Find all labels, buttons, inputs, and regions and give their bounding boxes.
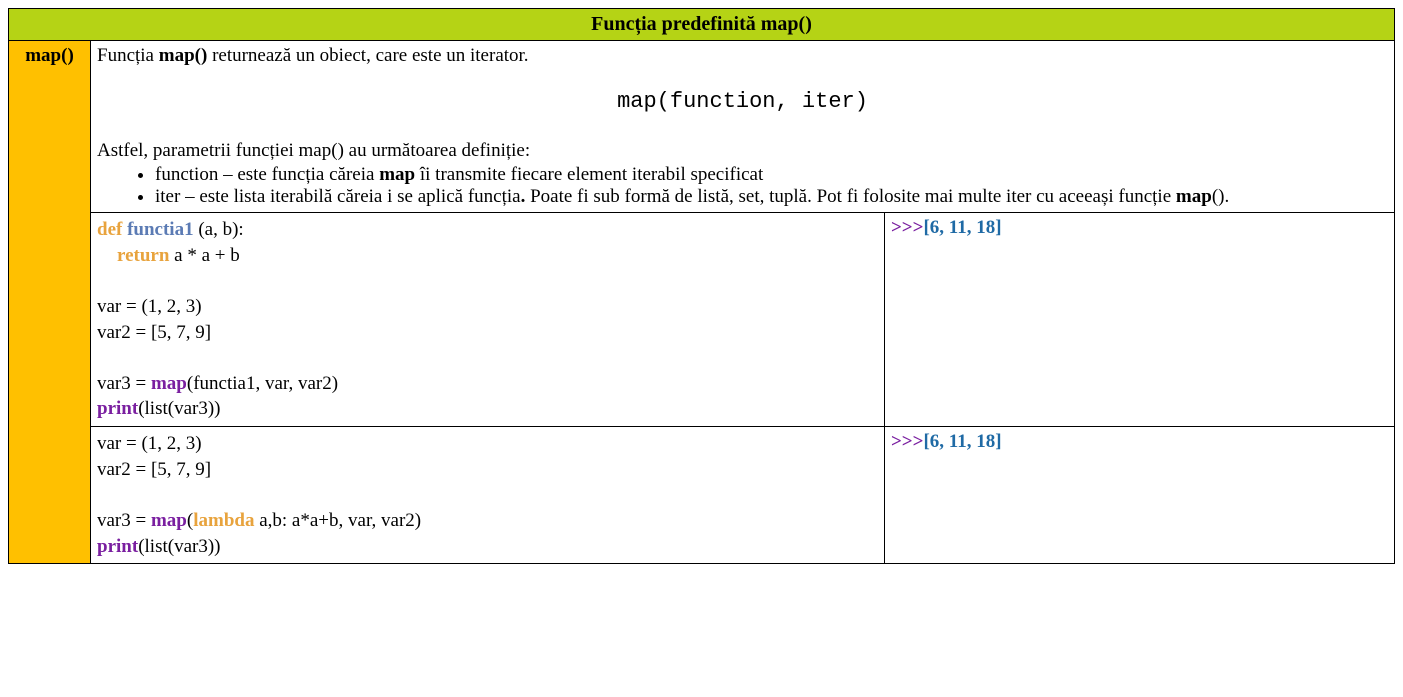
params-list: function – este funcția căreia map îi tr… bbox=[97, 164, 1388, 208]
blank-line bbox=[97, 482, 878, 508]
kw-return: return bbox=[117, 245, 169, 266]
table-header: Funcția predefinită map() bbox=[9, 9, 1395, 41]
param-function: function – este funcția căreia map îi tr… bbox=[155, 164, 1388, 186]
code-line: print(list(var3)) bbox=[97, 396, 878, 422]
param-iter: iter – este lista iterabilă căreia i se … bbox=[155, 186, 1388, 208]
code-line: var = (1, 2, 3) bbox=[97, 431, 878, 457]
b2-post: (). bbox=[1212, 186, 1229, 207]
kw-map: map bbox=[151, 510, 187, 531]
fn-name: functia1 bbox=[127, 219, 194, 240]
function-name: map() bbox=[25, 45, 74, 66]
b1-bold: map bbox=[379, 164, 415, 185]
assign-post: (functia1, var, var2) bbox=[187, 373, 338, 394]
header-title: Funcția predefinită map() bbox=[591, 13, 812, 35]
description-cell: Funcția map() returnează un obiect, care… bbox=[91, 41, 1395, 213]
b1-post: îi transmite fiecare element iterabil sp… bbox=[415, 164, 763, 185]
output-arrow: >>> bbox=[891, 217, 923, 238]
code-line: var3 = map(functia1, var, var2) bbox=[97, 371, 878, 397]
b1-pre: function – este funcția căreia bbox=[155, 164, 379, 185]
b2-mid: Poate fi sub formă de listă, set, tuplă.… bbox=[525, 186, 1176, 207]
kw-lambda: lambda bbox=[193, 510, 254, 531]
print-post: (list(var3)) bbox=[138, 398, 220, 419]
kw-def: def bbox=[97, 219, 122, 240]
blank-line bbox=[97, 345, 878, 371]
code-example-1: def functia1 (a, b): return a * a + b va… bbox=[91, 213, 885, 427]
print-post: (list(var3)) bbox=[138, 536, 220, 557]
signature: map(function, iter) bbox=[97, 89, 1388, 114]
code-line: var2 = [5, 7, 9] bbox=[97, 457, 878, 483]
assign-pre: var3 = bbox=[97, 510, 151, 531]
output-value: [6, 11, 18] bbox=[923, 431, 1001, 452]
code-line: var3 = map(lambda a,b: a*a+b, var, var2) bbox=[97, 508, 878, 534]
kw-print: print bbox=[97, 398, 138, 419]
intro-line: Funcția map() returnează un obiect, care… bbox=[97, 45, 1388, 67]
intro-pre: Funcția bbox=[97, 45, 159, 66]
code-line: var = (1, 2, 3) bbox=[97, 294, 878, 320]
output-2: >>>[6, 11, 18] bbox=[884, 427, 1394, 564]
blank-line bbox=[97, 268, 878, 294]
kw-map: map bbox=[151, 373, 187, 394]
reference-table: Funcția predefinită map() map() Funcția … bbox=[8, 8, 1395, 564]
intro-post: returnează un obiect, care este un itera… bbox=[207, 45, 528, 66]
intro-bold: map() bbox=[159, 45, 208, 66]
ret-rest: a * a + b bbox=[169, 245, 239, 266]
code-line: var2 = [5, 7, 9] bbox=[97, 320, 878, 346]
function-name-cell: map() bbox=[9, 41, 91, 564]
b2-bold: map bbox=[1176, 186, 1212, 207]
kw-print: print bbox=[97, 536, 138, 557]
code-example-2: var = (1, 2, 3) var2 = [5, 7, 9] var3 = … bbox=[91, 427, 885, 564]
params-intro: Astfel, parametrii funcției map() au urm… bbox=[97, 140, 1388, 162]
lambda-rest: a,b: a*a+b, var, var2) bbox=[254, 510, 421, 531]
output-1: >>>[6, 11, 18] bbox=[884, 213, 1394, 427]
code-line: def functia1 (a, b): bbox=[97, 217, 878, 243]
b2-pre: iter – este lista iterabilă căreia i se … bbox=[155, 186, 521, 207]
code-line: return a * a + b bbox=[97, 243, 878, 269]
output-value: [6, 11, 18] bbox=[923, 217, 1001, 238]
output-arrow: >>> bbox=[891, 431, 923, 452]
assign-pre: var3 = bbox=[97, 373, 151, 394]
def-rest: (a, b): bbox=[194, 219, 244, 240]
code-line: print(list(var3)) bbox=[97, 534, 878, 560]
